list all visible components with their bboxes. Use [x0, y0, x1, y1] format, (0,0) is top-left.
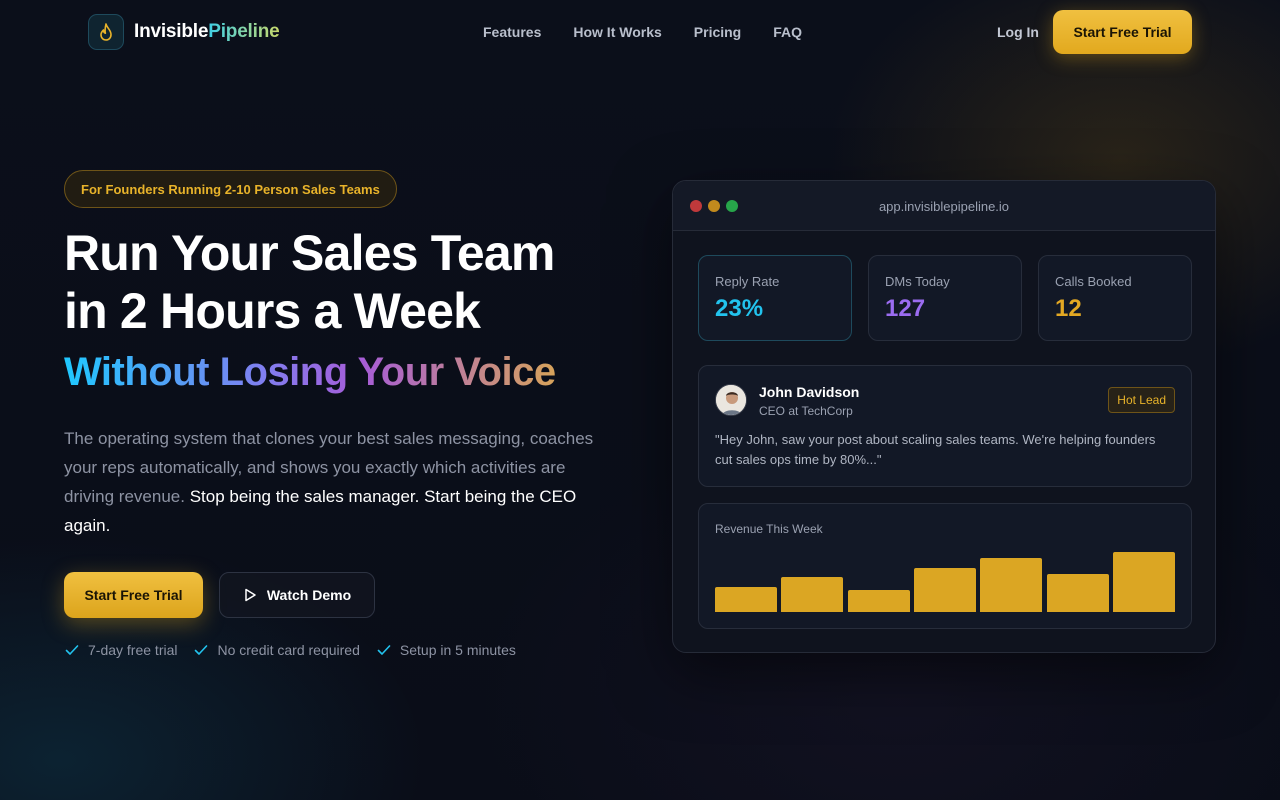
- stat-label: DMs Today: [885, 274, 950, 289]
- perk-item: No credit card required: [193, 642, 360, 658]
- avatar: [715, 384, 747, 416]
- revenue-bar: [980, 558, 1043, 612]
- nav-link-features[interactable]: Features: [483, 24, 541, 40]
- nav-links: Features How It Works Pricing FAQ: [483, 24, 802, 40]
- revenue-bar: [781, 577, 844, 612]
- check-icon: [377, 645, 391, 655]
- stat-card-dms-today: DMs Today 127: [868, 255, 1022, 341]
- app-preview-window: app.invisiblepipeline.io Reply Rate 23% …: [672, 180, 1216, 653]
- revenue-bar: [715, 586, 777, 612]
- stat-label: Reply Rate: [715, 274, 780, 289]
- nav-start-trial-button[interactable]: Start Free Trial: [1053, 10, 1192, 54]
- lead-message-text: "Hey John, saw your post about scaling s…: [715, 432, 1156, 467]
- flame-icon: [88, 14, 124, 50]
- hero-title-line1: Run Your Sales Team: [64, 225, 555, 281]
- hero-description: The operating system that clones your be…: [64, 424, 594, 540]
- stat-value: 12: [1055, 295, 1082, 322]
- perk-item: Setup in 5 minutes: [376, 642, 516, 658]
- stat-label: Calls Booked: [1055, 274, 1132, 289]
- lead-role: CEO at TechCorp: [759, 404, 853, 418]
- revenue-bar: [914, 568, 976, 612]
- stat-card-reply-rate: Reply Rate 23%: [698, 255, 852, 341]
- hot-lead-badge: Hot Lead: [1108, 387, 1175, 413]
- revenue-bar-chart: [715, 544, 1175, 612]
- perk-label: Setup in 5 minutes: [399, 642, 516, 658]
- brand-name: InvisiblePipeline: [134, 21, 280, 43]
- watch-demo-button[interactable]: Watch Demo: [219, 572, 375, 618]
- stat-card-calls-booked: Calls Booked 12: [1038, 255, 1192, 341]
- check-icon: [65, 645, 79, 655]
- window-title-bar: app.invisiblepipeline.io: [673, 181, 1215, 231]
- stat-value: 127: [885, 295, 926, 322]
- nav-link-pricing[interactable]: Pricing: [694, 24, 741, 40]
- revenue-bar: [1046, 574, 1109, 612]
- perk-label: No credit card required: [217, 642, 360, 658]
- play-icon: [245, 588, 256, 602]
- lead-name: John Davidson: [759, 384, 860, 400]
- login-link[interactable]: Log In: [997, 24, 1039, 40]
- nav-link-how-it-works[interactable]: How It Works: [573, 24, 661, 40]
- perks-list: 7-day free trial No credit card required…: [64, 642, 516, 658]
- logo[interactable]: InvisiblePipeline: [88, 14, 280, 50]
- revenue-title: Revenue This Week: [715, 522, 823, 536]
- perk-item: 7-day free trial: [64, 642, 177, 658]
- hero-title: Run Your Sales Team in 2 Hours a Week: [64, 224, 555, 340]
- revenue-bar: [1113, 552, 1175, 612]
- lead-message-card: John Davidson CEO at TechCorp Hot Lead "…: [698, 365, 1192, 487]
- brand-name-part1: Invisible: [134, 21, 209, 42]
- stat-value: 23%: [715, 295, 764, 322]
- watch-demo-label: Watch Demo: [266, 587, 352, 603]
- revenue-bar: [847, 589, 910, 612]
- start-free-trial-button[interactable]: Start Free Trial: [64, 572, 203, 618]
- nav-link-faq[interactable]: FAQ: [773, 24, 802, 40]
- hero-title-line2: in 2 Hours a Week: [64, 283, 481, 339]
- top-navigation: InvisiblePipeline Features How It Works …: [0, 0, 1280, 64]
- brand-name-part2: Pipeline: [208, 21, 280, 42]
- window-url: app.invisiblepipeline.io: [878, 199, 1010, 214]
- hero-subtitle: Without Losing Your Voice: [64, 346, 556, 398]
- check-icon: [195, 645, 208, 655]
- audience-badge: For Founders Running 2-10 Person Sales T…: [64, 170, 397, 208]
- perk-label: 7-day free trial: [88, 642, 178, 658]
- revenue-card: Revenue This Week: [698, 503, 1192, 629]
